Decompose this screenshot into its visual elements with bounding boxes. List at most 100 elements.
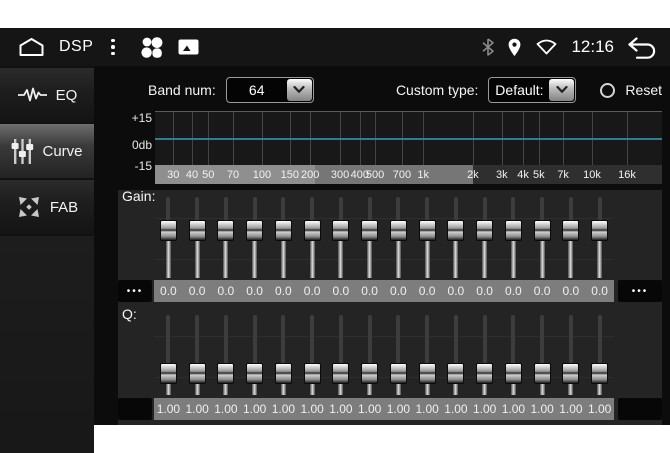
band-slider-column <box>240 197 269 278</box>
back-icon[interactable] <box>627 36 658 59</box>
sidebar-item-fab[interactable]: FAB <box>0 180 94 234</box>
q-value: 1.00 <box>154 398 183 420</box>
band-slider[interactable] <box>361 315 378 395</box>
slider-thumb[interactable] <box>476 220 493 241</box>
slider-thumb[interactable] <box>160 220 177 241</box>
slider-thumb[interactable] <box>591 220 608 241</box>
slider-thumb[interactable] <box>246 220 263 241</box>
band-slider[interactable] <box>160 197 177 278</box>
band-slider[interactable] <box>217 315 234 395</box>
slider-thumb[interactable] <box>304 363 321 384</box>
band-slider[interactable] <box>505 197 522 278</box>
slider-thumb[interactable] <box>562 220 579 241</box>
band-slider[interactable] <box>562 315 579 395</box>
band-slider[interactable] <box>275 315 292 395</box>
band-slider[interactable] <box>189 315 206 395</box>
custom-type-dropdown[interactable]: Default: <box>488 77 576 103</box>
slider-thumb[interactable] <box>246 363 263 384</box>
slider-thumb[interactable] <box>217 220 234 241</box>
chevron-down-icon[interactable] <box>287 79 312 101</box>
slider-thumb[interactable] <box>189 220 206 241</box>
eq-grid[interactable] <box>155 111 662 165</box>
band-slider[interactable] <box>534 315 551 395</box>
slider-thumb[interactable] <box>534 220 551 241</box>
band-slider[interactable] <box>591 315 608 395</box>
sidebar: EQ Curve <box>0 66 94 425</box>
band-slider[interactable] <box>361 197 378 278</box>
more-menu-icon[interactable] <box>107 37 119 58</box>
band-num-dropdown[interactable]: 64 <box>226 77 314 103</box>
home-icon[interactable] <box>18 37 45 57</box>
slider-thumb[interactable] <box>275 220 292 241</box>
slider-thumb[interactable] <box>505 220 522 241</box>
sidebar-item-curve[interactable]: Curve <box>0 124 94 178</box>
slider-thumb[interactable] <box>390 220 407 241</box>
band-slider-column <box>183 315 212 395</box>
sidebar-item-eq[interactable]: EQ <box>0 68 94 122</box>
slider-track-lower <box>511 239 516 278</box>
band-slider[interactable] <box>419 197 436 278</box>
band-slider[interactable] <box>447 315 464 395</box>
q-value: 1.00 <box>183 398 212 420</box>
slider-thumb[interactable] <box>419 363 436 384</box>
band-slider[interactable] <box>390 197 407 278</box>
band-slider[interactable] <box>275 197 292 278</box>
gain-more-left-button[interactable]: ••• <box>118 280 152 302</box>
band-slider[interactable] <box>447 197 464 278</box>
slider-track-upper <box>310 315 314 366</box>
slider-thumb[interactable] <box>534 363 551 384</box>
slider-thumb[interactable] <box>505 363 522 384</box>
band-slider[interactable] <box>304 315 321 395</box>
slider-thumb[interactable] <box>562 363 579 384</box>
band-slider[interactable] <box>534 197 551 278</box>
band-slider[interactable] <box>332 315 349 395</box>
slider-thumb[interactable] <box>361 363 378 384</box>
band-slider-column <box>212 197 241 278</box>
band-slider-column <box>183 197 212 278</box>
gallery-icon[interactable] <box>178 39 199 55</box>
slider-thumb[interactable] <box>332 220 349 241</box>
band-slider[interactable] <box>189 197 206 278</box>
slider-thumb[interactable] <box>390 363 407 384</box>
slider-thumb[interactable] <box>447 363 464 384</box>
apps-icon[interactable] <box>139 35 164 60</box>
band-slider[interactable] <box>160 315 177 395</box>
band-slider[interactable] <box>476 315 493 395</box>
band-slider-column <box>240 315 269 395</box>
slider-thumb[interactable] <box>189 363 206 384</box>
band-slider[interactable] <box>390 315 407 395</box>
slider-track-lower <box>482 239 487 278</box>
slider-track-lower <box>338 239 343 278</box>
slider-thumb[interactable] <box>476 363 493 384</box>
band-slider[interactable] <box>562 197 579 278</box>
band-slider[interactable] <box>217 197 234 278</box>
frequency-tick-label: 100 <box>253 169 271 181</box>
band-slider[interactable] <box>332 197 349 278</box>
sidebar-item-label: Curve <box>42 143 82 160</box>
frequency-tick-label: 5k <box>533 169 545 181</box>
gain-more-right-button[interactable]: ••• <box>618 280 662 302</box>
band-slider[interactable] <box>505 315 522 395</box>
slider-thumb[interactable] <box>160 363 177 384</box>
slider-thumb[interactable] <box>447 220 464 241</box>
band-slider[interactable] <box>476 197 493 278</box>
reset-radio-button[interactable] <box>600 83 615 98</box>
band-slider[interactable] <box>591 197 608 278</box>
band-slider-column <box>585 197 614 278</box>
band-slider[interactable] <box>246 197 263 278</box>
band-slider[interactable] <box>419 315 436 395</box>
gain-value: 0.0 <box>327 280 356 302</box>
slider-thumb[interactable] <box>304 220 321 241</box>
band-slider-column <box>442 197 471 278</box>
slider-thumb[interactable] <box>332 363 349 384</box>
band-slider[interactable] <box>304 197 321 278</box>
chevron-down-icon[interactable] <box>549 79 574 101</box>
slider-thumb[interactable] <box>361 220 378 241</box>
slider-thumb[interactable] <box>419 220 436 241</box>
slider-thumb[interactable] <box>275 363 292 384</box>
slider-thumb[interactable] <box>217 363 234 384</box>
slider-thumb[interactable] <box>591 363 608 384</box>
band-slider[interactable] <box>246 315 263 395</box>
band-slider-column <box>212 315 241 395</box>
q-value: 1.00 <box>413 398 442 420</box>
